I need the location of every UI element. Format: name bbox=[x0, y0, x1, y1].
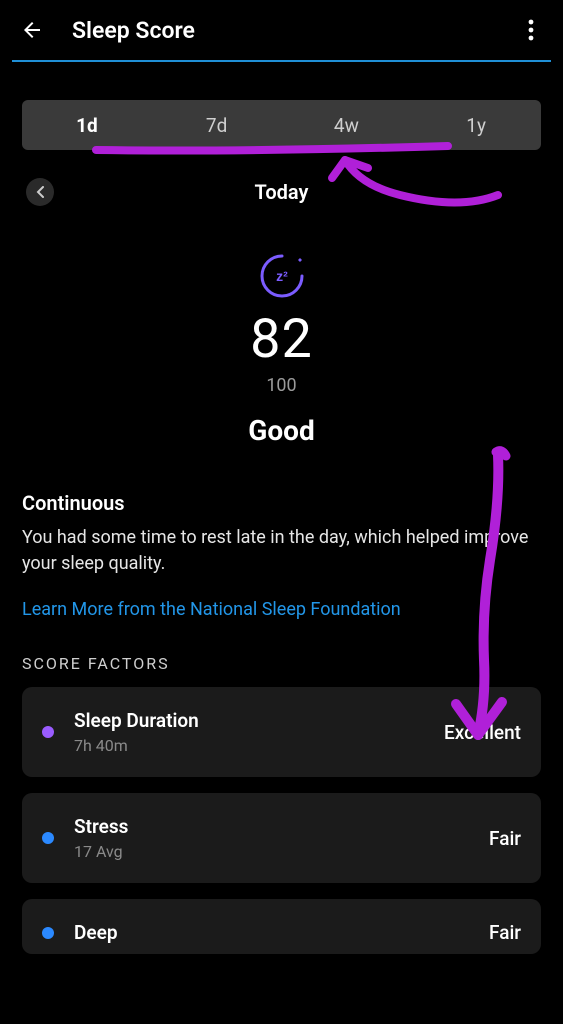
chevron-left-icon bbox=[35, 186, 45, 198]
overflow-menu-button[interactable] bbox=[517, 16, 545, 44]
factor-dot-icon bbox=[42, 832, 54, 844]
svg-text:z²: z² bbox=[276, 268, 288, 284]
factor-sub: 17 Avg bbox=[74, 842, 489, 861]
factor-sub: 7h 40m bbox=[74, 736, 444, 755]
tab-4w[interactable]: 4w bbox=[282, 104, 412, 147]
back-button[interactable] bbox=[18, 16, 46, 44]
factor-title: Deep bbox=[74, 921, 489, 944]
tab-1d[interactable]: 1d bbox=[22, 104, 152, 147]
arrow-left-icon bbox=[20, 18, 44, 42]
score-label: Good bbox=[22, 414, 541, 447]
factor-rating: Fair bbox=[489, 827, 521, 850]
factor-sleep-duration[interactable]: Sleep Duration 7h 40m Excellent bbox=[22, 687, 541, 777]
factor-title: Sleep Duration bbox=[74, 709, 444, 732]
app-header: Sleep Score bbox=[0, 0, 563, 60]
score-max: 100 bbox=[22, 375, 541, 396]
score-factors-header: SCORE FACTORS bbox=[22, 654, 541, 673]
factor-dot-icon bbox=[42, 726, 54, 738]
factor-rating: Fair bbox=[489, 921, 521, 944]
tab-1y[interactable]: 1y bbox=[411, 104, 541, 147]
learn-more-link[interactable]: Learn More from the National Sleep Found… bbox=[22, 599, 541, 620]
factor-deep[interactable]: Deep Fair bbox=[22, 899, 541, 954]
date-label: Today bbox=[255, 180, 309, 204]
score-value: 82 bbox=[22, 308, 541, 371]
range-tabs: 1d 7d 4w 1y bbox=[22, 100, 541, 150]
date-navigator: Today bbox=[22, 180, 541, 204]
sleep-score-icon: z² bbox=[256, 250, 308, 302]
continuous-title: Continuous bbox=[22, 491, 541, 515]
factor-rating: Excellent bbox=[444, 721, 521, 744]
factor-dot-icon bbox=[42, 927, 54, 939]
page-title: Sleep Score bbox=[72, 17, 195, 44]
tab-7d[interactable]: 7d bbox=[152, 104, 282, 147]
factor-stress[interactable]: Stress 17 Avg Fair bbox=[22, 793, 541, 883]
header-divider bbox=[12, 60, 551, 62]
vertical-dots-icon bbox=[528, 19, 534, 41]
factor-title: Stress bbox=[74, 815, 489, 838]
prev-day-button[interactable] bbox=[26, 178, 54, 206]
continuous-body: You had some time to rest late in the da… bbox=[22, 525, 541, 577]
